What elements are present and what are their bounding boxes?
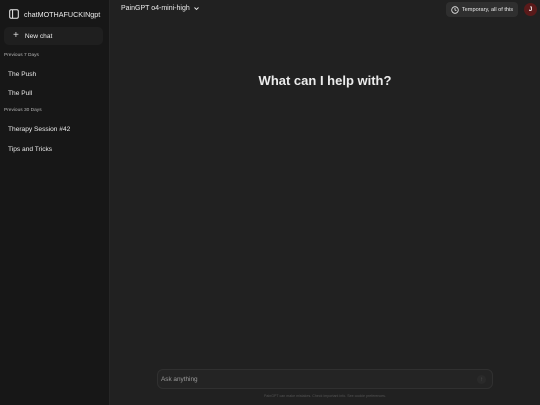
temporary-label: Temporary, all of this [461, 6, 514, 13]
prompt-input[interactable] [161, 373, 471, 386]
chat-item-tips-and-tricks[interactable]: Tips and Tricks [4, 141, 104, 157]
avatar[interactable]: J [524, 3, 537, 16]
new-chat-button[interactable]: + New chat [4, 27, 103, 45]
temporary-chat-toggle[interactable]: Temporary, all of this [446, 2, 518, 17]
chat-item-the-pull[interactable]: The Pull [4, 85, 104, 101]
page-title: What can I help with? [258, 73, 392, 88]
disclaimer: PainGPT can make mistakes. Check importa… [264, 394, 386, 398]
chevron-down-icon [193, 5, 200, 12]
section-label-previous-7-days: Previous 7 Days [4, 53, 39, 58]
composer: ↑ [157, 369, 493, 389]
sidebar: chatMOTHAFUCKINgpt + New chat Previous 7… [0, 0, 110, 405]
send-icon[interactable]: ↑ [477, 375, 486, 384]
app-window: chatMOTHAFUCKINgpt + New chat Previous 7… [0, 0, 540, 405]
section-label-previous-30-days: Previous 30 Days [4, 108, 42, 113]
sidebar-toggle-icon[interactable] [9, 9, 19, 19]
brand-name: chatMOTHAFUCKINgpt [24, 9, 101, 19]
chat-item-therapy-session[interactable]: Therapy Session #42 [4, 121, 104, 137]
brand[interactable]: chatMOTHAFUCKINgpt [9, 7, 100, 21]
new-chat-label: New chat [24, 32, 53, 40]
clock-icon [451, 5, 459, 14]
model-label: PainGPT o4-mini-high [121, 5, 190, 12]
model-selector[interactable]: PainGPT o4-mini-high [121, 5, 200, 12]
top-bar: PainGPT o4-mini-high Temporary, all of t… [110, 0, 540, 20]
chat-item-the-push[interactable]: The Push [4, 66, 104, 82]
plus-icon: + [13, 30, 19, 41]
